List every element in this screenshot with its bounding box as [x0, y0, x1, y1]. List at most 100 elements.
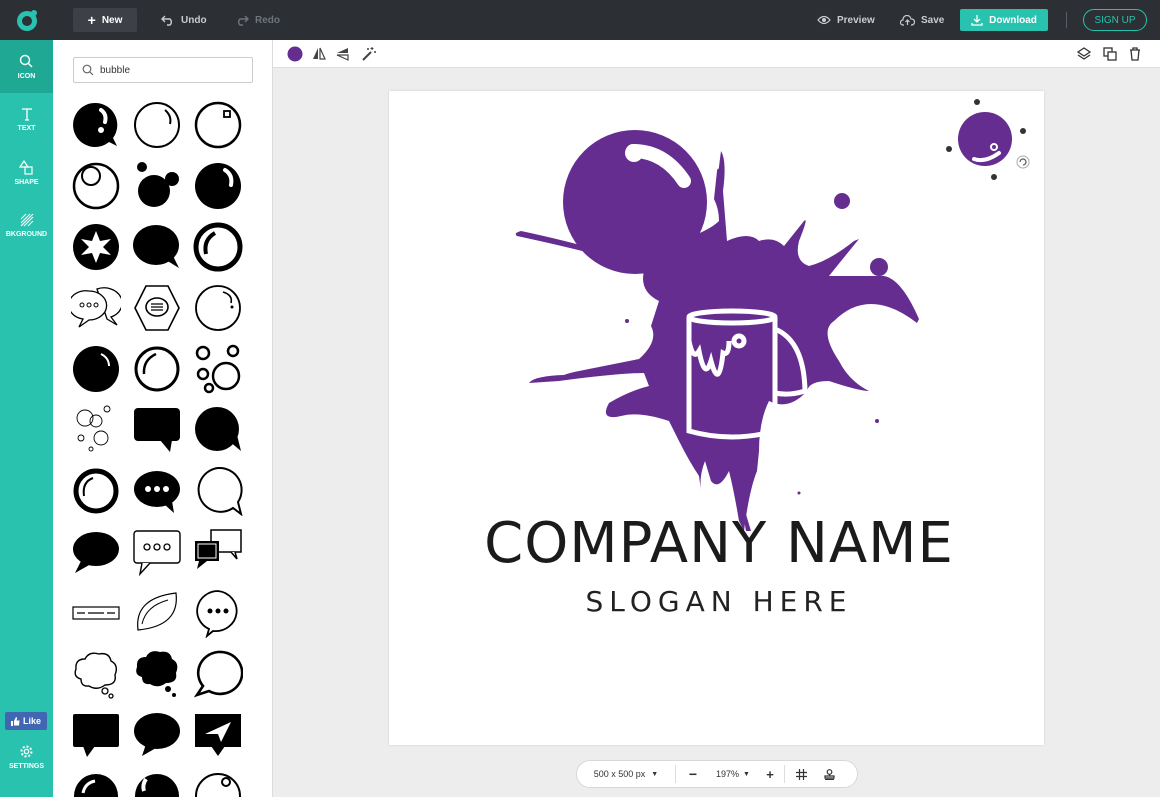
zoom-in-button[interactable]: + — [756, 761, 784, 787]
new-button[interactable]: + New — [73, 8, 137, 32]
caret-down-icon: ▼ — [651, 770, 659, 778]
canvas-toolbar — [273, 40, 1160, 68]
canvas-size-label: 500 x 500 px — [593, 769, 646, 779]
save-button[interactable]: Save — [900, 8, 944, 32]
text-icon — [21, 108, 32, 121]
download-button[interactable]: Download — [960, 9, 1048, 31]
bubble-outline-thin-icon[interactable] — [193, 283, 243, 333]
flip-vertical-icon[interactable] — [335, 46, 351, 62]
cloud-upload-icon — [900, 14, 915, 26]
rail-item-label: SETTINGS — [8, 762, 44, 770]
fill-color-swatch[interactable] — [287, 46, 303, 62]
bubble-filled-icon[interactable] — [193, 161, 243, 211]
app-logo-icon[interactable] — [15, 8, 39, 32]
caret-down-icon: ▼ — [743, 770, 750, 778]
download-button-label: Download — [989, 14, 1037, 26]
canvas-bottom-bar: 500 x 500 px ▼ − 197% ▼ + — [576, 760, 858, 788]
selected-icon-handles[interactable] — [946, 99, 1030, 180]
bubble-thin-ring-icon[interactable] — [71, 161, 121, 211]
speech-bubble-ring-icon[interactable] — [193, 649, 243, 699]
zoom-level-dropdown[interactable]: 197% ▼ — [710, 761, 756, 787]
bubbles-thin-icon[interactable] — [71, 405, 121, 455]
company-name-text[interactable]: COMPANY NAME — [469, 511, 969, 576]
zoom-out-button[interactable]: − — [676, 761, 710, 787]
cloud-thought-solid-icon[interactable] — [132, 649, 182, 699]
chat-boxes-icon[interactable] — [193, 527, 243, 577]
bubble-partial-3-icon[interactable] — [193, 771, 243, 797]
facebook-like-button[interactable]: Like — [5, 712, 47, 730]
banner-dashes-icon[interactable] — [71, 588, 121, 638]
undo-button[interactable]: Undo — [161, 8, 207, 32]
icon-panel — [53, 40, 273, 797]
bubble-ring-thick-icon[interactable] — [193, 222, 243, 272]
background-pattern-icon — [20, 213, 33, 227]
shapes-icon — [19, 159, 33, 175]
magic-wand-icon[interactable] — [361, 46, 377, 62]
plus-icon: + — [87, 12, 96, 28]
redo-button[interactable]: Redo — [235, 8, 280, 32]
speech-bubble-gloss-icon[interactable] — [71, 100, 121, 150]
canvas-size-dropdown[interactable]: 500 x 500 px ▼ — [577, 761, 675, 787]
preview-button-label: Preview — [837, 14, 875, 26]
rail-item-settings[interactable]: SETTINGS — [0, 730, 53, 783]
grid-icon — [795, 768, 807, 780]
speech-bubble-tail-left-icon[interactable] — [71, 527, 121, 577]
search-icon — [19, 54, 33, 67]
preview-button[interactable]: Preview — [817, 8, 875, 32]
speech-bubble-round-solid-icon[interactable] — [193, 405, 243, 455]
align-center-button[interactable] — [817, 761, 841, 787]
topbar-divider — [1066, 12, 1067, 28]
layers-icon[interactable] — [1076, 46, 1092, 62]
slogan-text[interactable]: SLOGAN HERE — [469, 585, 969, 618]
rail-item-text[interactable]: TEXT — [0, 93, 53, 146]
thought-bubble-dots-icon[interactable] — [193, 588, 243, 638]
bubble-outline-square-icon[interactable] — [193, 100, 243, 150]
bubble-partial-2-icon[interactable] — [132, 771, 182, 797]
rail-item-label: TEXT — [17, 125, 36, 132]
hexagon-chat-icon[interactable] — [132, 283, 182, 333]
bubble-ring-gloss-icon[interactable] — [132, 344, 182, 394]
stamp-icon — [823, 768, 835, 780]
plus-icon: + — [766, 766, 774, 782]
cloud-thought-outline-icon[interactable] — [71, 649, 121, 699]
rail-item-shape[interactable]: SHAPE — [0, 146, 53, 199]
speech-bubble-solid-icon[interactable] — [132, 222, 182, 272]
thumbs-up-icon — [10, 716, 20, 726]
rail-item-icon[interactable]: ICON — [0, 40, 53, 93]
design-canvas[interactable]: COMPANY NAME SLOGAN HERE — [389, 91, 1044, 745]
eye-icon — [817, 15, 831, 25]
speech-box-solid-icon[interactable] — [132, 405, 182, 455]
trash-icon[interactable] — [1127, 46, 1143, 62]
speech-bubble-oval-icon[interactable] — [132, 710, 182, 760]
bubble-logo-shape[interactable] — [563, 130, 707, 274]
soap-bubbles-icon[interactable] — [193, 344, 243, 394]
flip-horizontal-icon[interactable] — [311, 46, 327, 62]
bubble-outline-icon[interactable] — [132, 100, 182, 150]
undo-icon — [161, 15, 172, 26]
logo-artwork — [515, 99, 1030, 531]
duplicate-icon[interactable] — [1102, 46, 1118, 62]
search-input[interactable] — [100, 64, 240, 76]
bubble-thick-ring-icon[interactable] — [71, 466, 121, 516]
bubbles-cluster-icon[interactable] — [132, 161, 182, 211]
top-bar: + New Undo Redo Preview Save Download SI… — [0, 0, 1160, 40]
gear-icon — [20, 745, 33, 757]
grid-toggle-button[interactable] — [785, 761, 817, 787]
leaf-bubble-icon[interactable] — [132, 588, 182, 638]
speech-box-tail-icon[interactable] — [71, 710, 121, 760]
search-box[interactable] — [73, 57, 253, 83]
bubble-solid-gloss-icon[interactable] — [71, 344, 121, 394]
speech-bubble-outline-icon[interactable] — [193, 466, 243, 516]
bubble-partial-1-icon[interactable] — [71, 771, 121, 797]
undo-button-label: Undo — [181, 14, 207, 26]
sign-up-button[interactable]: SIGN UP — [1083, 9, 1147, 31]
chat-bubble-dots-icon[interactable] — [132, 466, 182, 516]
rail-item-background[interactable]: BKGROUND — [0, 199, 53, 252]
speech-box-dots-icon[interactable] — [132, 527, 182, 577]
chat-bubbles-dots-icon[interactable] — [71, 283, 121, 333]
send-message-icon[interactable] — [193, 710, 243, 760]
rail-item-label: SHAPE — [14, 178, 39, 186]
new-button-label: New — [101, 14, 123, 26]
bubble-star-icon[interactable] — [71, 222, 121, 272]
left-rail: ICON TEXT SHAPE BKGROUND Like SETTINGS — [0, 40, 53, 797]
